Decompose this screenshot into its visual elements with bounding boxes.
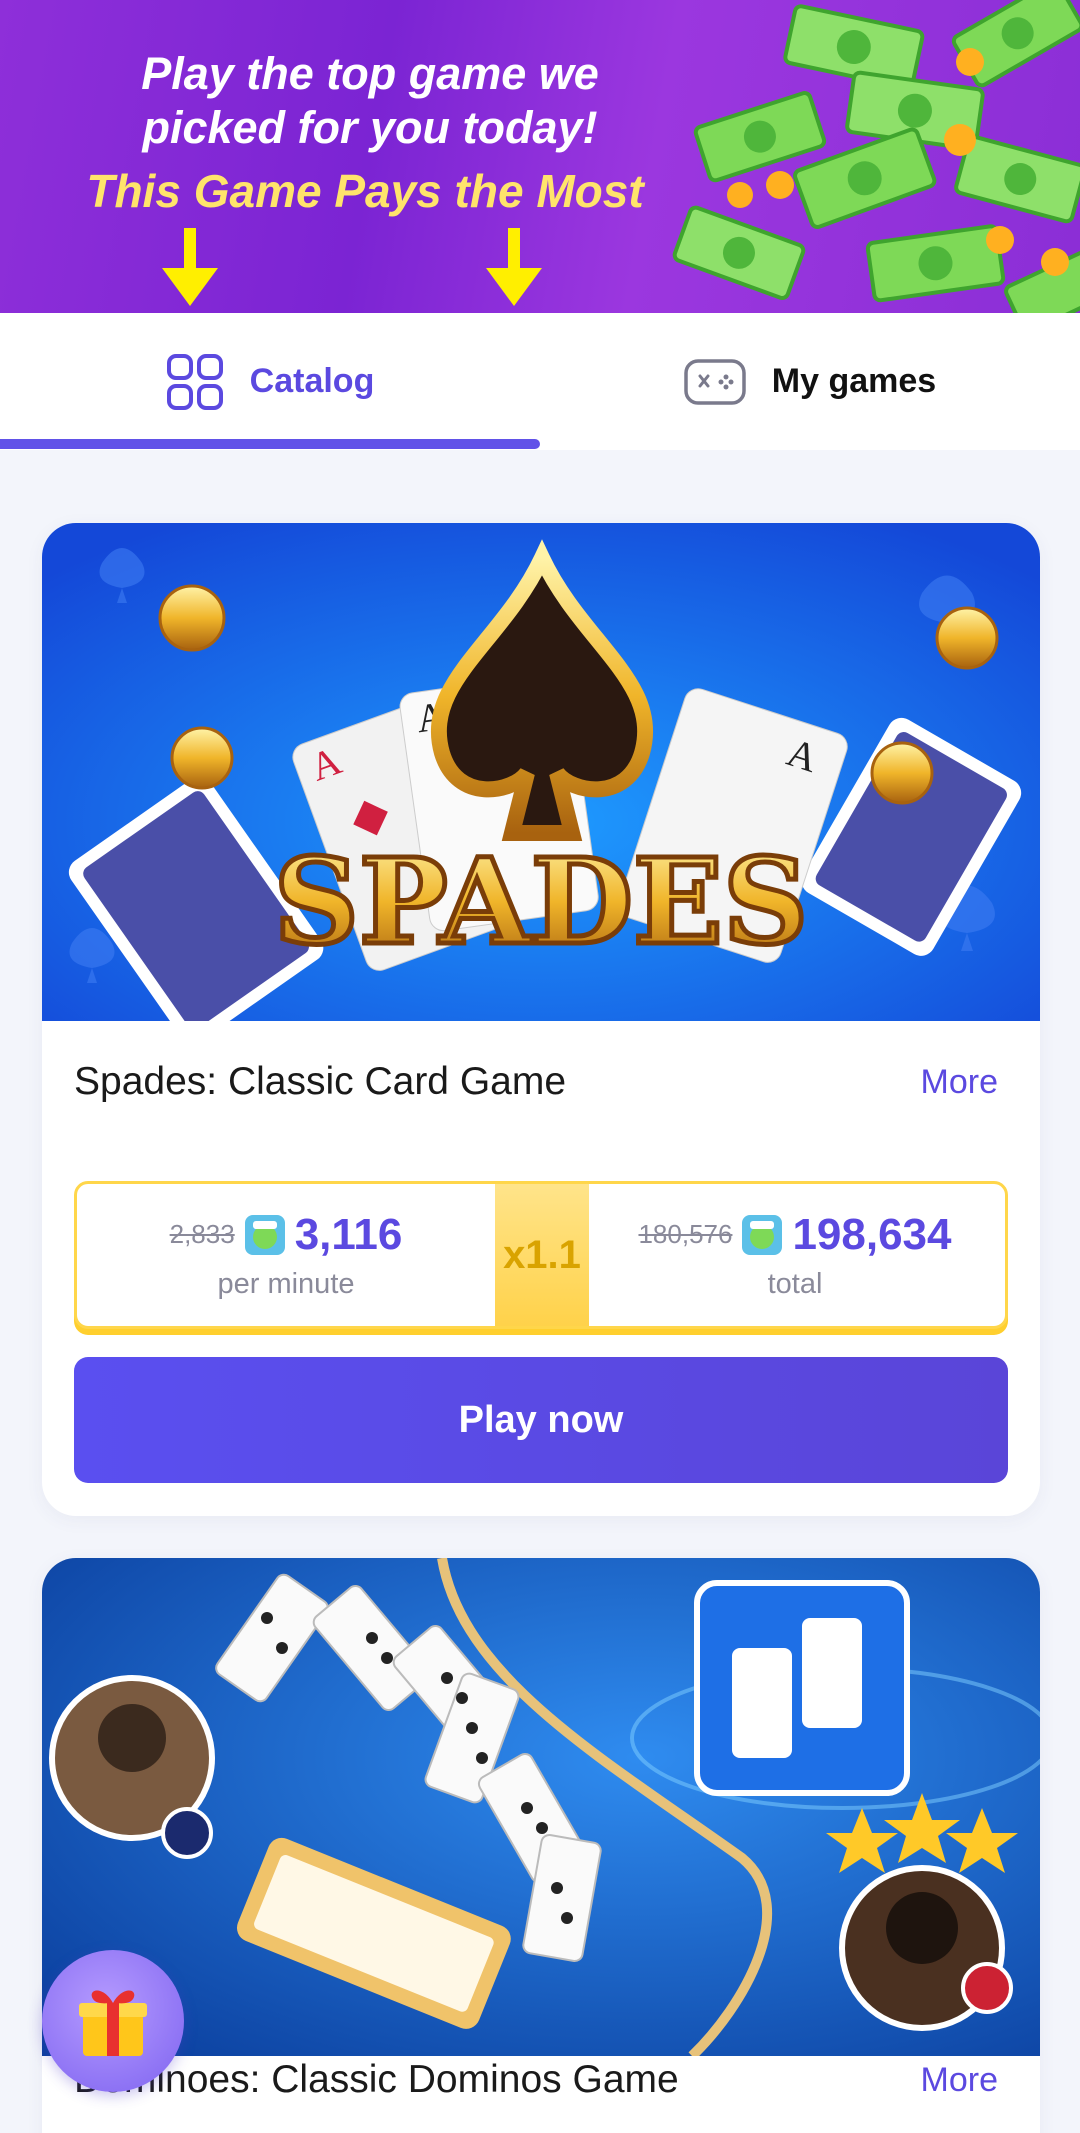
old-per-minute-value: 2,833 [169,1219,235,1249]
game-card[interactable]: A A A SPADES Spades: Classic Card Game M… [42,523,1040,1516]
game-title: Spades: Classic Card Game [74,1060,567,1103]
total-value: 198,634 [792,1209,952,1259]
active-tab-indicator [0,439,540,449]
cover-title-text: SPADES [274,832,808,971]
tab-catalog[interactable]: Catalog [0,313,540,450]
down-arrow-icon [486,228,542,306]
game-cover-image[interactable]: A A A SPADES [42,523,1040,1021]
grid-icon [166,353,223,410]
game-coin-icon [244,1214,285,1255]
gamepad-icon [684,358,746,405]
game-cover-image[interactable] [42,1558,1040,2056]
promo-banner[interactable]: Play the top game we picked for you toda… [0,0,1080,313]
banner-headline-1: Play the top game we [141,48,599,99]
down-arrow-icon [162,228,218,306]
tab-catalog-label: Catalog [249,362,375,400]
tab-my-games[interactable]: My games [540,313,1080,450]
play-now-button[interactable]: Play now [74,1357,1008,1483]
reward-total: 180,576 198,634 total [585,1184,1005,1326]
money-illustration [672,0,1080,313]
banner-headline-2: picked for you today! [142,102,598,153]
per-minute-label: per minute [217,1267,355,1300]
gift-button[interactable] [42,1950,184,2092]
gift-icon [79,1990,147,2056]
tab-my-games-label: My games [771,362,937,400]
multiplier-badge: x1.1 [495,1184,589,1326]
game-coin-icon [742,1214,783,1255]
total-label: total [767,1267,823,1300]
more-link[interactable]: More [921,2061,998,2100]
tab-bar: Catalog My games [0,313,1080,450]
more-link[interactable]: More [921,1063,998,1102]
old-total-value: 180,576 [638,1219,733,1249]
reward-panel: 2,833 3,116 per minute x1.1 180,576 198, [74,1181,1008,1329]
game-card[interactable]: Dominoes: Classic Dominos Game More [42,1558,1040,2133]
reward-per-minute: 2,833 3,116 per minute [77,1184,495,1326]
banner-subheadline: This Game Pays the Most [86,165,644,217]
per-minute-value: 3,116 [294,1209,403,1259]
